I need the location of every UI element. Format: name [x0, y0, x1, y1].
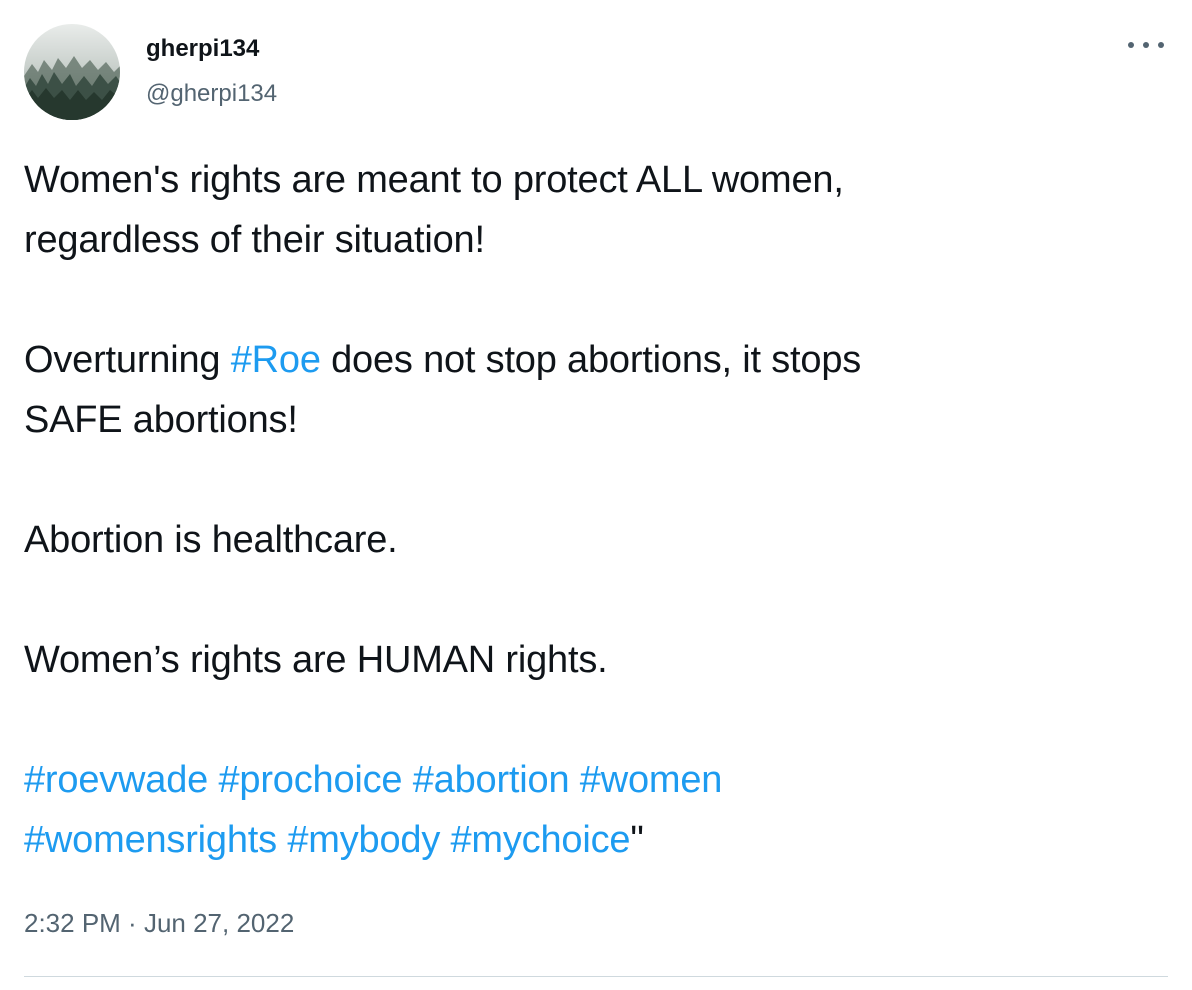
- more-dot: [1158, 42, 1164, 48]
- hashtag-link[interactable]: #Roe: [231, 339, 321, 381]
- hashtag-link[interactable]: #abortion: [413, 759, 570, 801]
- tweet-line: Overturning #Roe does not stop abortions…: [24, 330, 1154, 390]
- tweet-line: Abortion is healthcare.: [24, 519, 398, 561]
- author-display-name[interactable]: gherpi134: [146, 34, 259, 64]
- tweet-line: Women’s rights are HUMAN rights.: [24, 639, 608, 681]
- tweet-date-link[interactable]: Jun 27, 2022: [144, 908, 294, 938]
- more-dot: [1143, 42, 1149, 48]
- hashtag-row: #womensrights #mybody #mychoice": [24, 810, 1154, 870]
- tweet-text-fragment: Overturning: [24, 339, 231, 381]
- hashtag-link[interactable]: #mybody: [287, 819, 440, 861]
- hashtag-link[interactable]: #womensrights: [24, 819, 277, 861]
- hashtag-row: #roevwade #prochoice #abortion #women: [24, 750, 1154, 810]
- tweet-line: regardless of their situation!: [24, 219, 485, 261]
- tweet-line: SAFE abortions!: [24, 399, 298, 441]
- trailing-quote: ": [630, 819, 644, 861]
- forest-avatar-icon: [24, 24, 120, 120]
- tweet-text-fragment: does not stop abortions, it stops: [320, 339, 862, 381]
- more-horizontal-icon[interactable]: [1128, 33, 1164, 57]
- timestamp-separator: ·: [120, 908, 144, 938]
- avatar[interactable]: [24, 24, 120, 120]
- more-dot: [1128, 42, 1134, 48]
- tweet-line: Women's rights are meant to protect ALL …: [24, 159, 844, 201]
- hashtag-link[interactable]: #prochoice: [218, 759, 402, 801]
- hashtag-link[interactable]: #mychoice: [450, 819, 630, 861]
- author-handle[interactable]: @gherpi134: [146, 79, 277, 109]
- hashtag-link[interactable]: #women: [580, 759, 723, 801]
- tweet-timestamp: 2:32 PM · Jun 27, 2022: [24, 906, 294, 940]
- tweet-text: Women's rights are meant to protect ALL …: [24, 150, 1154, 870]
- tweet-card: gherpi134 @gherpi134 Women's rights are …: [0, 0, 1192, 990]
- divider: [24, 976, 1168, 977]
- hashtag-link[interactable]: #roevwade: [24, 759, 208, 801]
- tweet-time-link[interactable]: 2:32 PM: [24, 908, 121, 938]
